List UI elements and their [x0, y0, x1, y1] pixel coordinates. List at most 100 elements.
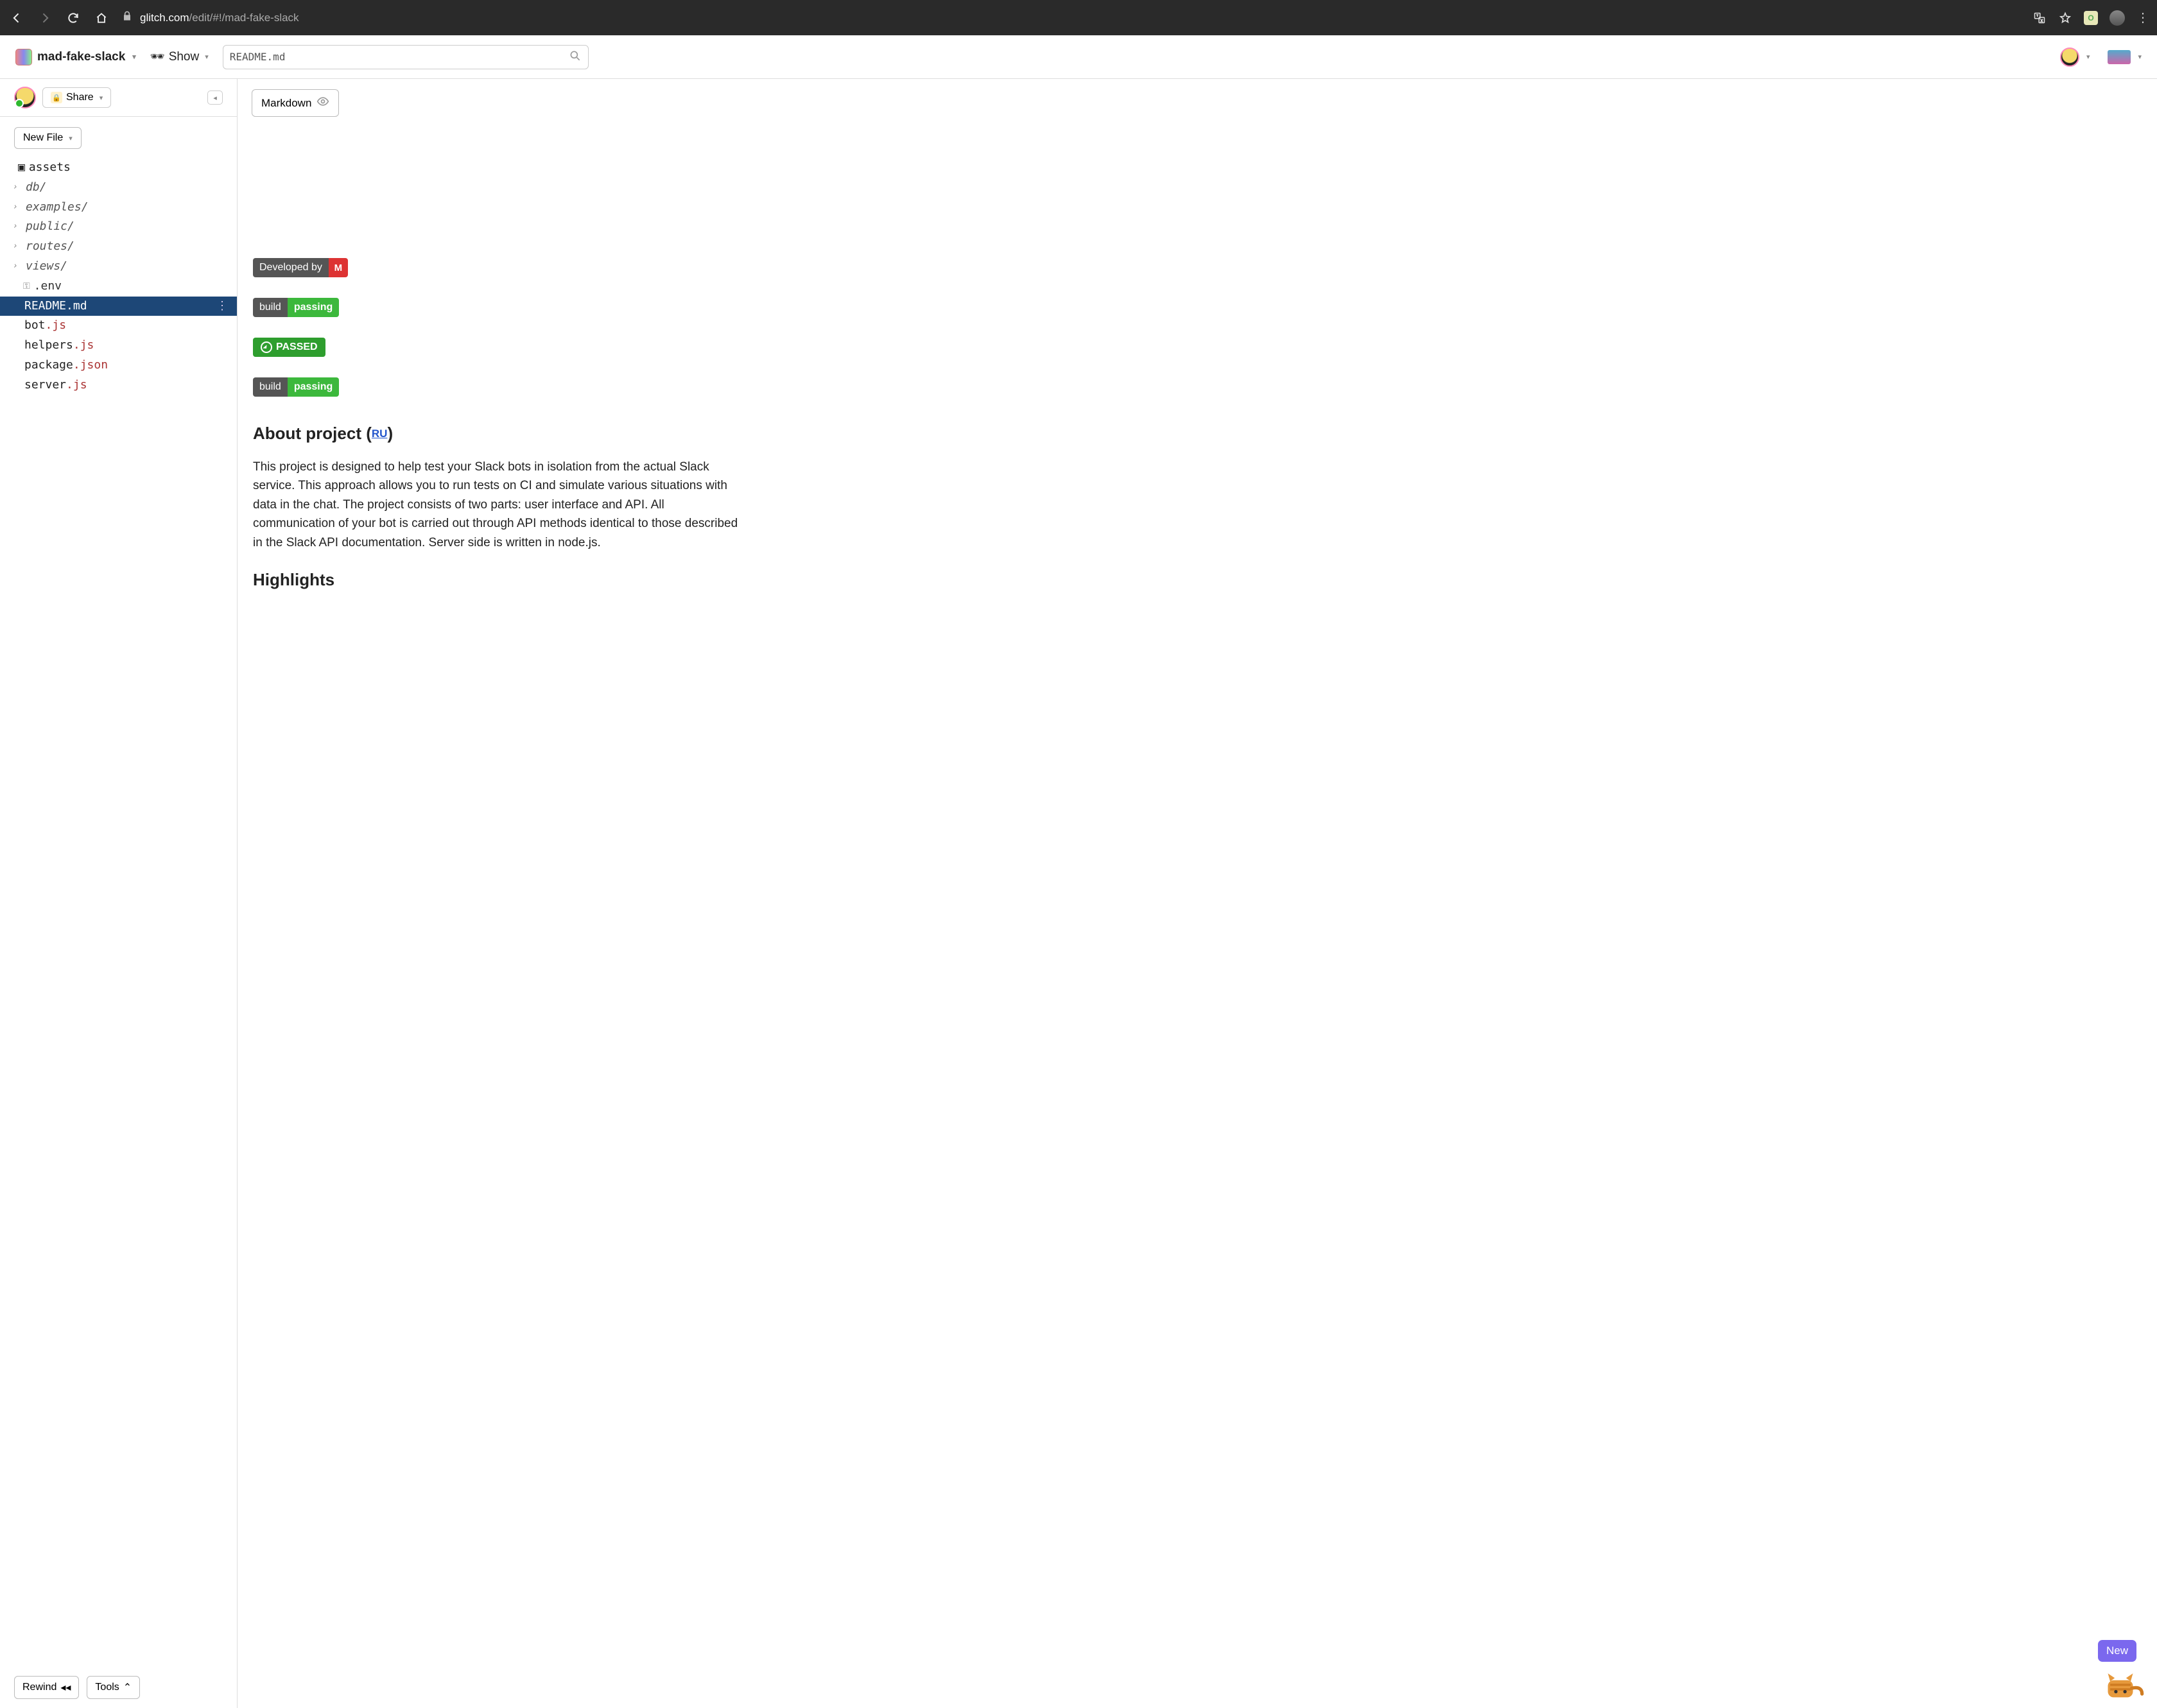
tree-label: .env — [34, 277, 62, 296]
project-menu[interactable]: mad-fake-slack ▾ — [15, 49, 136, 65]
bookmark-star-icon[interactable] — [2058, 11, 2072, 25]
chevron-up-icon: ⌃ — [123, 1681, 132, 1694]
sidebar: 🔒 Share ▾ ◂ New File ▾ ▣ assets ›db/ ›ex… — [0, 79, 238, 1708]
markdown-label: Markdown — [261, 97, 311, 110]
project-name: mad-fake-slack — [37, 50, 125, 64]
lock-icon: 🔒 — [51, 92, 62, 103]
url-domain: glitch.com — [140, 12, 189, 24]
browser-address-bar[interactable]: glitch.com/edit/#!/mad-fake-slack — [121, 10, 2022, 26]
chevron-down-icon: ▾ — [2138, 53, 2142, 61]
extension-icon[interactable]: O — [2084, 11, 2098, 25]
tree-folder-examples[interactable]: ›examples/ — [0, 198, 237, 218]
badge-developed-by[interactable]: Developed by M — [253, 258, 348, 277]
key-icon: ⚿ — [23, 279, 30, 293]
tree-folder-public[interactable]: › public/ — [0, 217, 237, 237]
account-menu[interactable]: ▾ — [2060, 47, 2090, 67]
share-label: Share — [66, 92, 94, 103]
about-paragraph: This project is designed to help test yo… — [253, 458, 745, 552]
rewind-icon: ◂◂ — [60, 1681, 71, 1694]
url-path: /edit/#!/mad-fake-slack — [189, 12, 299, 24]
badge-build-1[interactable]: build passing — [253, 298, 339, 317]
chevron-down-icon: ▾ — [69, 134, 73, 142]
chevron-down-icon: ▾ — [132, 53, 136, 61]
assets-icon: ▣ — [18, 159, 25, 177]
tree-label: README.md — [24, 297, 87, 316]
tree-folder-views[interactable]: › views/ — [0, 257, 237, 277]
new-badge[interactable]: New — [2098, 1640, 2136, 1662]
share-button[interactable]: 🔒 Share ▾ — [42, 87, 111, 108]
tools-label: Tools — [95, 1682, 119, 1693]
lock-icon — [121, 10, 134, 26]
tree-label: server.js — [24, 376, 87, 395]
badge-build-2[interactable]: build passing — [253, 377, 339, 397]
collapse-sidebar-button[interactable]: ◂ — [207, 91, 223, 105]
tree-label: helpers.js — [24, 336, 94, 355]
search-icon — [569, 49, 582, 65]
tree-folder-db[interactable]: › db/ — [0, 178, 237, 198]
heading-about: About project (RU) — [253, 424, 745, 444]
user-avatar-icon — [2060, 47, 2079, 67]
browser-menu-icon[interactable]: ⋮ — [2136, 10, 2149, 26]
tree-file-bot[interactable]: bot.js — [0, 316, 237, 336]
chevron-right-icon: › — [13, 240, 22, 254]
ru-link[interactable]: RU — [372, 427, 388, 440]
tree-folder-routes[interactable]: ›routes/ — [0, 237, 237, 257]
glitch-top-bar: mad-fake-slack ▾ 🕶 Show ▾ README.md ▾ ▾ — [0, 35, 2157, 79]
project-thumb-icon — [15, 49, 32, 65]
tree-assets[interactable]: ▣ assets — [0, 158, 237, 178]
browser-chrome: glitch.com/edit/#!/mad-fake-slack O ⋮ — [0, 0, 2157, 35]
badge-left: build — [253, 298, 288, 317]
file-search-input[interactable]: README.md — [223, 45, 589, 69]
rewind-button[interactable]: Rewind ◂◂ — [14, 1676, 79, 1699]
heading-highlights: Highlights — [253, 570, 745, 590]
browser-back-button[interactable] — [8, 9, 26, 27]
editor-pane: Markdown Developed by M build passing — [238, 79, 2157, 1708]
sunglasses-icon: 🕶 — [150, 50, 165, 64]
tree-file-server[interactable]: server.js — [0, 375, 237, 395]
eye-icon — [316, 95, 329, 111]
browser-reload-button[interactable] — [64, 9, 82, 27]
chevron-right-icon: › — [13, 260, 22, 273]
tree-label: db/ — [26, 178, 47, 197]
profile-avatar[interactable] — [2109, 10, 2125, 26]
circle-arrow-icon — [261, 341, 272, 353]
badge-right: passing — [288, 298, 339, 317]
tree-label: examples/ — [26, 198, 89, 217]
tree-label: package.json — [24, 356, 108, 375]
show-label: Show — [169, 50, 200, 64]
presence-avatar-icon[interactable] — [14, 87, 36, 108]
show-button[interactable]: 🕶 Show ▾ — [150, 50, 209, 64]
translate-icon[interactable] — [2032, 11, 2047, 25]
tools-button[interactable]: Tools ⌃ — [87, 1676, 140, 1699]
tree-file-env[interactable]: ⚿ .env — [0, 277, 237, 297]
tree-label: bot.js — [24, 316, 66, 335]
chevron-down-icon: ▾ — [205, 53, 209, 61]
tree-label: public/ — [26, 218, 74, 236]
new-file-label: New File — [23, 132, 63, 144]
mascot-cat-icon[interactable] — [2097, 1664, 2144, 1704]
new-file-button[interactable]: New File ▾ — [14, 127, 82, 149]
browser-home-button[interactable] — [92, 9, 110, 27]
file-tree: ▣ assets ›db/ ›examples/ ›public/ ›route… — [0, 155, 237, 1666]
badge-passed[interactable]: PASSED — [253, 338, 325, 357]
badge-logo: M — [329, 258, 348, 277]
browser-forward-button[interactable] — [36, 9, 54, 27]
more-icon[interactable]: ⋮ — [216, 297, 228, 316]
chevron-down-icon: ▾ — [2086, 53, 2090, 61]
badge-right: passing — [288, 377, 339, 397]
rewind-label: Rewind — [22, 1682, 56, 1693]
tree-label: views/ — [26, 257, 67, 276]
tree-file-package[interactable]: package.json — [0, 356, 237, 375]
chevron-right-icon: › — [13, 220, 22, 234]
team-menu[interactable]: ▾ — [2108, 50, 2142, 64]
tree-file-readme[interactable]: README.md ⋮ — [0, 297, 237, 316]
tree-file-helpers[interactable]: helpers.js — [0, 336, 237, 356]
chevron-right-icon: › — [13, 181, 22, 194]
badge-left: build — [253, 377, 288, 397]
badge-left: Developed by — [253, 258, 329, 277]
team-avatar-icon — [2108, 50, 2131, 64]
badge-label: PASSED — [276, 341, 318, 353]
readme-preview: Developed by M build passing PASSED buil… — [238, 117, 770, 630]
markdown-toggle-button[interactable]: Markdown — [252, 89, 339, 117]
search-value: README.md — [230, 51, 286, 63]
